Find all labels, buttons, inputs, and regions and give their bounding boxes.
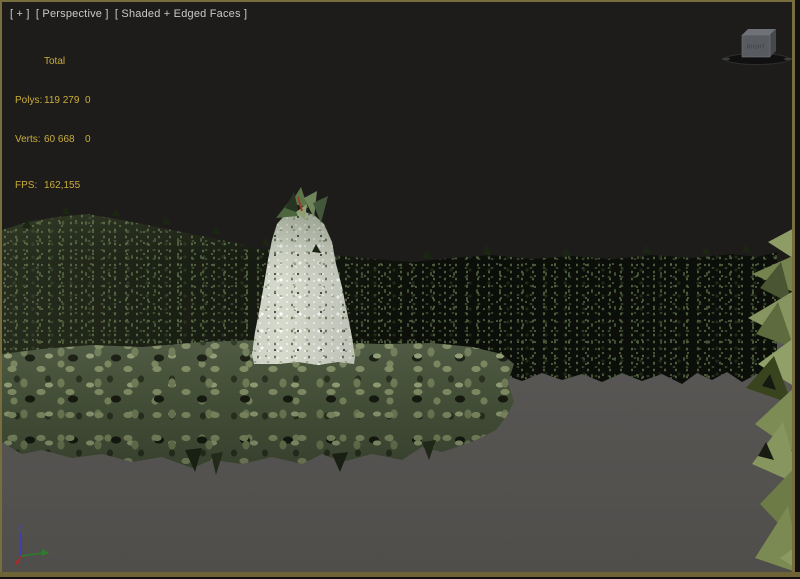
y-axis-arrow — [42, 549, 49, 556]
stats-header-total: Total — [44, 55, 85, 68]
verts-label: Verts: — [15, 133, 44, 146]
fps-value: 162,155 — [44, 179, 85, 192]
viewport-menu-general[interactable]: [ + ] — [10, 8, 30, 20]
stats-fps-row: FPS:162,155 — [15, 179, 91, 192]
perspective-viewport[interactable]: z RIGHT [ + ] [ Perspective ] [ Shaded +… — [0, 0, 795, 574]
topiary-stem — [298, 197, 302, 211]
verts-value: 60 668 — [44, 133, 85, 146]
fps-label: FPS: — [15, 179, 44, 192]
world-axis-gizmo: z — [10, 520, 60, 574]
viewport-menu-shading[interactable]: [ Shaded + Edged Faces ] — [115, 8, 247, 20]
polys-value: 119 279 — [44, 94, 85, 107]
polys-label: Polys: — [15, 94, 44, 107]
viewcube-face-label: RIGHT — [746, 45, 765, 51]
statistics-overlay: Total Polys:119 2790 Verts:60 6680 FPS:1… — [15, 29, 91, 218]
stats-header-row: Total — [15, 55, 91, 68]
z-axis-label: z — [18, 522, 23, 532]
max-window: z RIGHT [ + ] [ Perspective ] [ Shaded +… — [0, 0, 800, 579]
verts-delta: 0 — [85, 134, 91, 145]
viewport-border-bottom — [0, 572, 800, 577]
stats-verts-row: Verts:60 6680 — [15, 133, 91, 146]
viewport-label: [ + ] [ Perspective ] [ Shaded + Edged F… — [10, 8, 250, 20]
y-axis-line — [21, 553, 43, 556]
stats-polys-row: Polys:119 2790 — [15, 94, 91, 107]
viewport-menu-pov[interactable]: [ Perspective ] — [36, 8, 109, 20]
polys-delta: 0 — [85, 95, 91, 106]
viewcube[interactable]: RIGHT — [717, 26, 795, 71]
x-axis-arrow — [15, 560, 20, 566]
compass-ring-highlight-left — [722, 58, 730, 61]
compass-ring-highlight-right — [784, 58, 792, 61]
